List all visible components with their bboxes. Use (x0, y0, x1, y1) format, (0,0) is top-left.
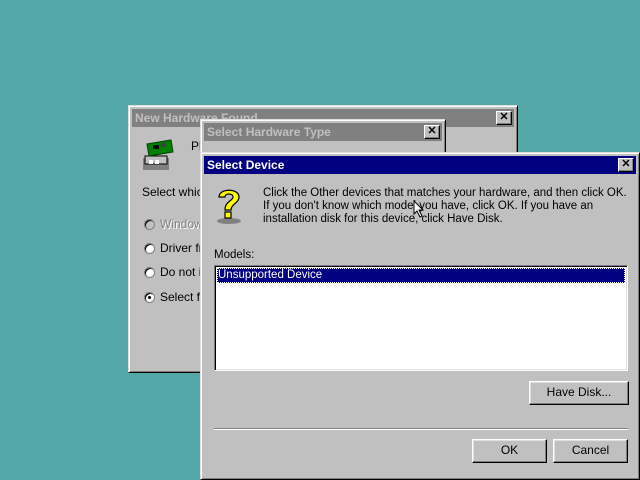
cancel-label: Cancel (571, 443, 610, 457)
ok-button[interactable]: OK (472, 439, 547, 463)
new-hardware-close-button[interactable]: ✕ (496, 111, 512, 125)
select-device-title: Select Device (207, 158, 285, 172)
option-label-windows: Window (160, 217, 203, 231)
model-label: Unsupported Device (218, 269, 323, 281)
select-device-instructions: Click the Other devices that matches you… (263, 187, 627, 225)
option-radio-driver[interactable] (144, 243, 155, 254)
option-radio-windows[interactable] (144, 219, 155, 230)
select-hardware-type-close-button[interactable]: ✕ (424, 125, 440, 139)
cancel-button[interactable]: Cancel (553, 439, 628, 463)
select-hardware-type-title: Select Hardware Type (207, 125, 331, 139)
models-label: Models: (214, 249, 255, 261)
question-mark-icon (217, 189, 241, 224)
separator-line (214, 428, 628, 430)
option-radio-select-from-list[interactable] (144, 292, 155, 303)
models-list-item-selected[interactable]: Unsupported Device (217, 268, 625, 283)
select-device-close-button[interactable]: ✕ (618, 158, 634, 172)
models-list[interactable]: Unsupported Device (214, 265, 628, 371)
have-disk-label: Have Disk... (546, 385, 612, 399)
select-device-title-bar[interactable]: Select Device ✕ (204, 156, 636, 174)
option-radio-do-not-install[interactable] (144, 267, 155, 278)
select-hardware-type-title-bar[interactable]: Select Hardware Type ✕ (204, 123, 442, 141)
have-disk-button[interactable]: Have Disk... (529, 381, 629, 405)
option-label-select-from-list: Select fr (160, 290, 205, 304)
hardware-card-icon (143, 139, 174, 170)
mouse-cursor-icon (413, 200, 425, 218)
ok-label: OK (500, 443, 519, 457)
